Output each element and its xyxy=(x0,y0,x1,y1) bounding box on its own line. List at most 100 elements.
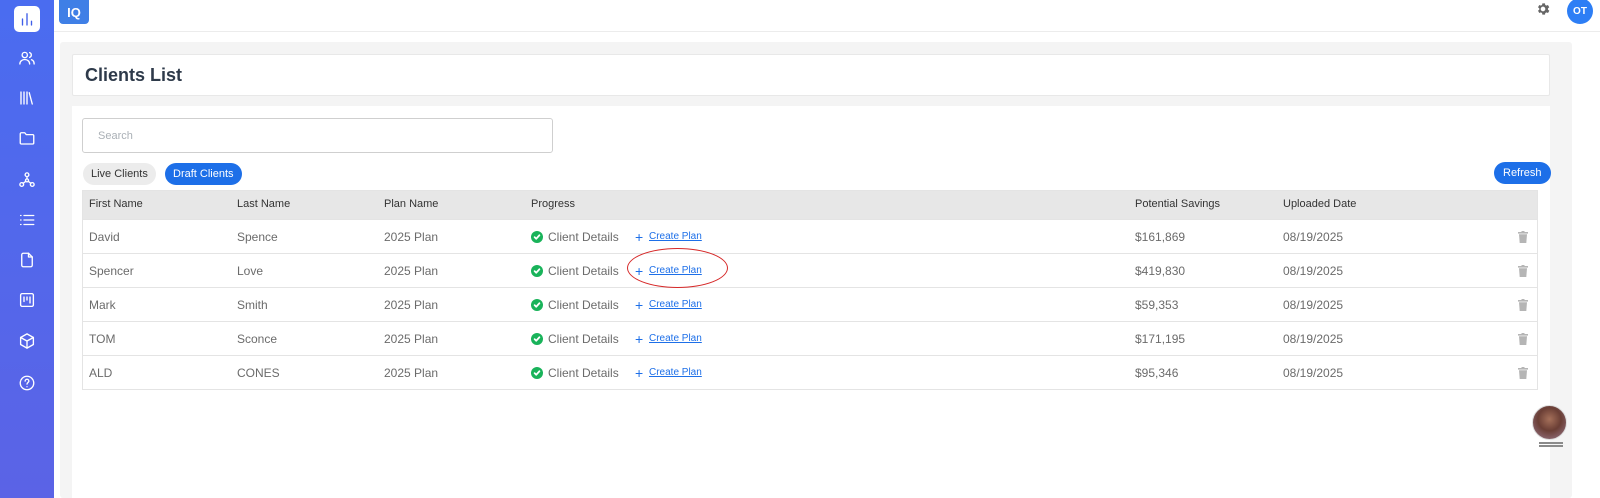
main-content: Clients List Live Clients Draft Clients … xyxy=(60,42,1572,498)
sidebar-item-help[interactable] xyxy=(14,370,40,396)
trash-icon xyxy=(1518,299,1528,311)
trash-icon xyxy=(1518,231,1528,243)
cell-progress-step: Client Details xyxy=(548,298,619,312)
delete-button[interactable] xyxy=(1518,228,1528,243)
folder-icon xyxy=(19,132,35,145)
cell-uploaded-date: 08/19/2025 xyxy=(1283,298,1344,312)
header-last-name: Last Name xyxy=(237,198,291,210)
plus-icon: + xyxy=(635,229,644,245)
board-icon xyxy=(19,292,35,308)
cell-first-name: Mark xyxy=(89,298,116,312)
cell-progress-step: Client Details xyxy=(548,366,619,380)
check-circle-icon xyxy=(531,231,543,243)
cell-uploaded-date: 08/19/2025 xyxy=(1283,264,1344,278)
sidebar-item-documents[interactable] xyxy=(14,247,40,273)
users-icon xyxy=(19,51,35,65)
cell-first-name: David xyxy=(89,230,120,244)
check-circle-icon xyxy=(531,367,543,379)
create-plan-link[interactable]: Create Plan xyxy=(649,333,702,344)
cell-last-name: Love xyxy=(237,264,264,278)
cell-uploaded-date: 08/19/2025 xyxy=(1283,332,1344,346)
header-potential-savings: Potential Savings xyxy=(1135,198,1220,210)
delete-button[interactable] xyxy=(1518,364,1528,379)
cell-last-name: Sconce xyxy=(237,332,278,346)
assistant-caption xyxy=(1536,441,1566,449)
top-bar: IQ OT xyxy=(54,0,1600,32)
plus-icon: + xyxy=(635,365,644,381)
cell-plan-name: 2025 Plan xyxy=(384,366,439,380)
search-input[interactable] xyxy=(82,118,553,153)
sidebar-item-products[interactable] xyxy=(14,328,40,354)
cell-first-name: Spencer xyxy=(89,264,134,278)
help-icon xyxy=(19,375,35,391)
table-header: First Name Last Name Plan Name Progress … xyxy=(83,191,1537,219)
tab-draft-clients[interactable]: Draft Clients xyxy=(165,163,242,185)
plus-icon: + xyxy=(635,297,644,313)
cell-first-name: TOM xyxy=(89,332,116,346)
clients-table: First Name Last Name Plan Name Progress … xyxy=(82,190,1538,390)
network-icon xyxy=(19,172,35,188)
sidebar-item-board[interactable] xyxy=(14,287,40,313)
cell-potential-savings: $161,869 xyxy=(1135,230,1186,244)
trash-icon xyxy=(1518,333,1528,345)
create-plan-link[interactable]: Create Plan xyxy=(649,367,702,378)
user-initials: OT xyxy=(1573,5,1587,17)
refresh-button[interactable]: Refresh xyxy=(1494,162,1551,184)
bar-chart-icon xyxy=(21,13,33,26)
cube-icon xyxy=(19,333,35,349)
cell-potential-savings: $59,353 xyxy=(1135,298,1179,312)
cell-progress-step: Client Details xyxy=(548,264,619,278)
table-row[interactable]: ALD CONES 2025 Plan Client Details + Cre… xyxy=(83,355,1537,389)
cell-progress-step: Client Details xyxy=(548,332,619,346)
delete-button[interactable] xyxy=(1518,296,1528,311)
header-first-name: First Name xyxy=(89,198,143,210)
cell-potential-savings: $419,830 xyxy=(1135,264,1186,278)
app-logo[interactable]: IQ xyxy=(59,0,89,24)
table-row[interactable]: Spencer Love 2025 Plan Client Details + … xyxy=(83,253,1537,287)
logo-text: IQ xyxy=(67,4,81,20)
sidebar-item-network[interactable] xyxy=(14,167,40,193)
create-plan-link[interactable]: Create Plan xyxy=(649,299,702,310)
cell-potential-savings: $171,195 xyxy=(1135,332,1186,346)
sidebar-item-dashboard[interactable] xyxy=(14,6,40,32)
cell-plan-name: 2025 Plan xyxy=(384,264,439,278)
trash-icon xyxy=(1518,367,1528,379)
cell-first-name: ALD xyxy=(89,366,113,380)
tab-live-clients[interactable]: Live Clients xyxy=(83,163,156,185)
sidebar xyxy=(0,0,54,498)
document-icon xyxy=(21,252,33,268)
plus-icon: + xyxy=(635,331,644,347)
sidebar-item-list[interactable] xyxy=(14,207,40,233)
table-row[interactable]: David Spence 2025 Plan Client Details + … xyxy=(83,219,1537,253)
assistant-avatar[interactable] xyxy=(1532,405,1567,440)
sidebar-item-library[interactable] xyxy=(14,85,40,111)
library-icon xyxy=(20,91,33,105)
cell-last-name: Smith xyxy=(237,298,268,312)
header-uploaded-date: Uploaded Date xyxy=(1283,198,1357,210)
header-plan-name: Plan Name xyxy=(384,198,439,210)
table-row[interactable]: Mark Smith 2025 Plan Client Details + Cr… xyxy=(83,287,1537,321)
gear-icon xyxy=(1538,3,1550,15)
settings-button[interactable] xyxy=(1535,1,1555,21)
cell-uploaded-date: 08/19/2025 xyxy=(1283,366,1344,380)
header-progress: Progress xyxy=(531,198,576,210)
title-card: Clients List xyxy=(72,54,1550,96)
clients-panel: Live Clients Draft Clients Refresh First… xyxy=(72,106,1551,498)
sidebar-item-clients[interactable] xyxy=(14,45,40,71)
table-row[interactable]: TOM Sconce 2025 Plan Client Details + Cr… xyxy=(83,321,1537,355)
user-avatar[interactable]: OT xyxy=(1567,0,1593,24)
cell-plan-name: 2025 Plan xyxy=(384,298,439,312)
delete-button[interactable] xyxy=(1518,330,1528,345)
page-title: Clients List xyxy=(85,65,183,85)
cell-potential-savings: $95,346 xyxy=(1135,366,1179,380)
check-circle-icon xyxy=(531,299,543,311)
cell-plan-name: 2025 Plan xyxy=(384,332,439,346)
cell-last-name: Spence xyxy=(237,230,278,244)
create-plan-link[interactable]: Create Plan xyxy=(649,265,702,276)
list-icon xyxy=(19,214,35,226)
cell-uploaded-date: 08/19/2025 xyxy=(1283,230,1344,244)
create-plan-link[interactable]: Create Plan xyxy=(649,231,702,242)
delete-button[interactable] xyxy=(1518,262,1528,277)
sidebar-item-folders[interactable] xyxy=(14,125,40,151)
cell-plan-name: 2025 Plan xyxy=(384,230,439,244)
